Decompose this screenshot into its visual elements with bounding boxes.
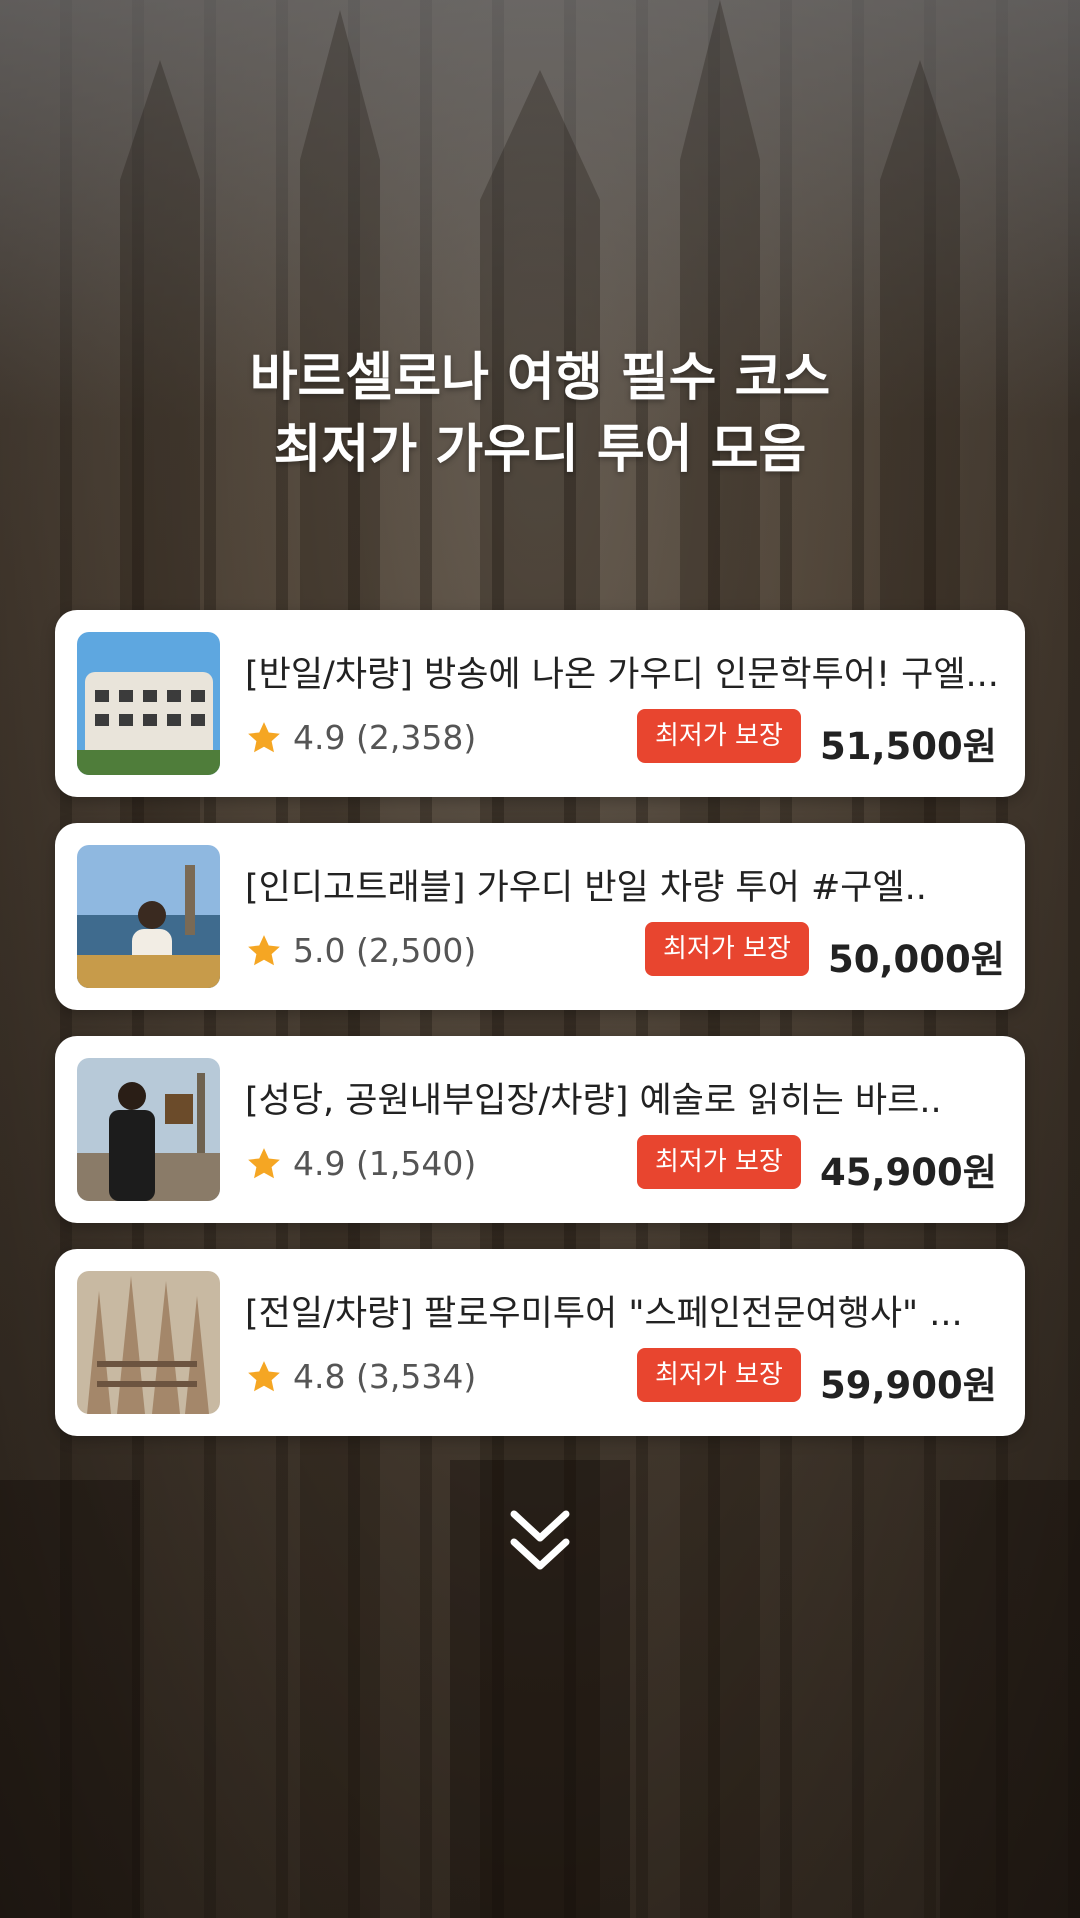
lowest-price-badge: 최저가 보장 xyxy=(637,1135,801,1189)
lowest-price-badge: 최저가 보장 xyxy=(637,1348,801,1402)
tour-price: 45,900원 xyxy=(820,1151,997,1194)
tour-card[interactable]: [성당, 공원내부입장/차량] 예술로 읽히는 바르.. 4.9 (1,540)… xyxy=(55,1036,1025,1223)
star-icon xyxy=(248,1360,280,1391)
tour-rating: 4.8 (3,534) xyxy=(245,1357,476,1396)
tour-title[interactable]: [인디고트래블] 가우디 반일 차량 투어 #구엘.. xyxy=(245,859,1005,910)
tour-rating: 4.9 (2,358) xyxy=(245,718,476,757)
tour-thumbnail xyxy=(77,632,220,775)
double-chevron-down-icon[interactable] xyxy=(508,1508,572,1578)
tour-thumbnail xyxy=(77,1058,220,1201)
tour-card[interactable]: [전일/차량] 팔로우미투어 "스페인전문여행사" ... 4.8 (3,534… xyxy=(55,1249,1025,1436)
tour-card[interactable]: [반일/차량] 방송에 나온 가우디 인문학투어! 구엘... 4.9 (2,3… xyxy=(55,610,1025,797)
tour-title[interactable]: [성당, 공원내부입장/차량] 예술로 읽히는 바르.. xyxy=(245,1072,1005,1123)
tour-price: 51,500원 xyxy=(820,725,997,768)
star-icon xyxy=(248,934,280,965)
tour-title[interactable]: [전일/차량] 팔로우미투어 "스페인전문여행사" ... xyxy=(245,1285,1005,1336)
rating-value: 4.9 xyxy=(293,718,346,757)
tour-price: 50,000원 xyxy=(828,938,1005,981)
tour-card[interactable]: [인디고트래블] 가우디 반일 차량 투어 #구엘.. 5.0 (2,500) … xyxy=(55,823,1025,1010)
tour-rating: 4.9 (1,540) xyxy=(245,1144,476,1183)
rating-value: 4.9 xyxy=(293,1144,346,1183)
review-count: (3,534) xyxy=(355,1357,477,1396)
rating-value: 5.0 xyxy=(293,931,346,970)
star-icon xyxy=(248,721,280,752)
headline-line-2: 최저가 가우디 투어 모음 xyxy=(273,420,807,480)
review-count: (2,500) xyxy=(355,931,477,970)
star-icon xyxy=(248,1147,280,1178)
lowest-price-badge: 최저가 보장 xyxy=(637,709,801,763)
tour-price: 59,900원 xyxy=(820,1364,997,1407)
review-count: (1,540) xyxy=(355,1144,477,1183)
rating-value: 4.8 xyxy=(293,1357,346,1396)
tour-thumbnail xyxy=(77,845,220,988)
headline-line-1: 바르셀로나 여행 필수 코스 xyxy=(249,348,831,408)
review-count: (2,358) xyxy=(355,718,477,757)
tour-thumbnail xyxy=(77,1271,220,1414)
tour-title[interactable]: [반일/차량] 방송에 나온 가우디 인문학투어! 구엘... xyxy=(245,646,1005,697)
lowest-price-badge: 최저가 보장 xyxy=(645,922,809,976)
tour-rating: 5.0 (2,500) xyxy=(245,931,476,970)
page-headline: 바르셀로나 여행 필수 코스 최저가 가우디 투어 모음 xyxy=(0,342,1080,486)
